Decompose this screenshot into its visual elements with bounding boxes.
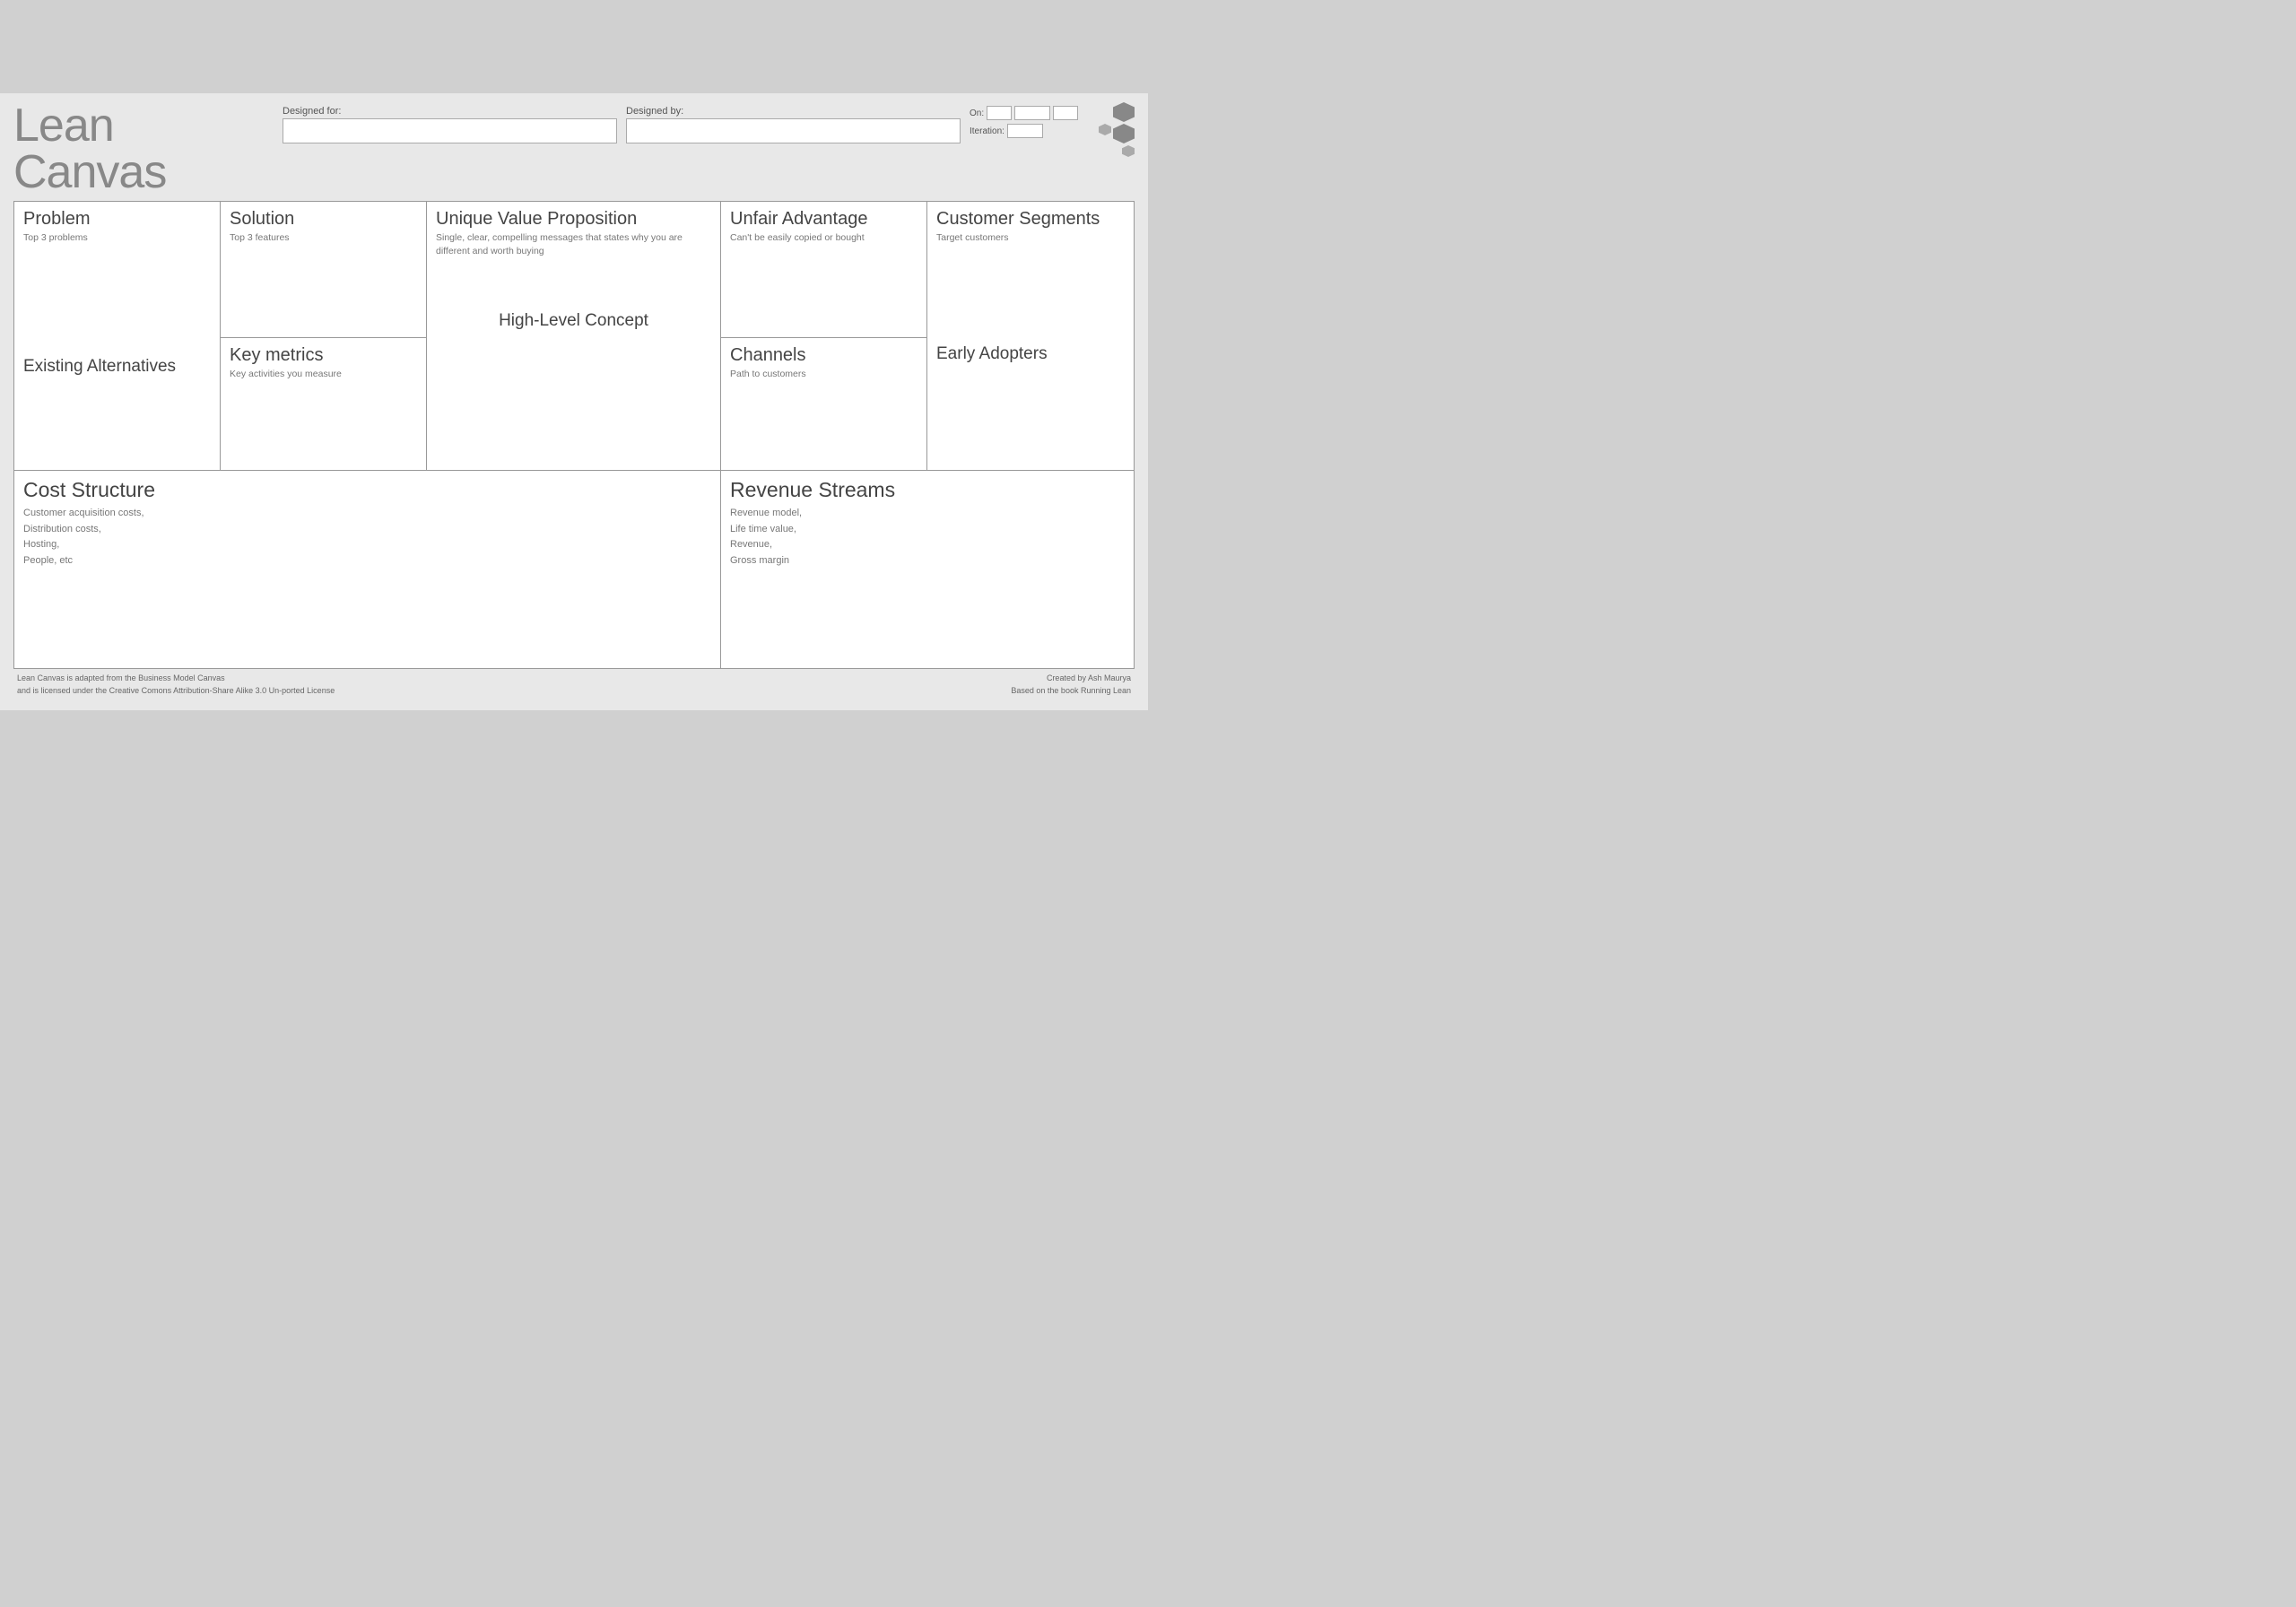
problem-title: Problem (23, 209, 211, 230)
footer-left: Lean Canvas is adapted from the Business… (17, 673, 335, 697)
problem-cell: Problem Top 3 problems Existing Alternat… (14, 202, 221, 471)
problem-subtitle: Top 3 problems (23, 231, 211, 245)
page-container: Lean Canvas Designed for: Designed by: O… (0, 93, 1148, 710)
channels-title: Channels (730, 345, 918, 366)
uvp-subtitle: Single, clear, compelling messages that … (436, 231, 711, 257)
footer: Lean Canvas is adapted from the Business… (13, 673, 1135, 697)
iteration-row: Iteration: (970, 124, 1086, 138)
unfair-advantage-subtitle: Can't be easily copied or bought (730, 231, 918, 245)
designed-by-label: Designed by: (626, 106, 961, 117)
cost-structure-title: Cost Structure (23, 478, 711, 502)
key-metrics-title: Key metrics (230, 345, 417, 366)
designed-for-label: Designed for: (283, 106, 617, 117)
hex-dark-1 (1113, 102, 1135, 122)
solution-subtitle: Top 3 features (230, 231, 417, 245)
iteration-input[interactable] (1007, 124, 1043, 138)
footer-right: Created by Ash MauryaBased on the book R… (1011, 673, 1131, 697)
meta-area: On: Iteration: (970, 106, 1086, 138)
revenue-streams-cell: Revenue Streams Revenue model,Life time … (721, 471, 1134, 668)
key-metrics-subtitle: Key activities you measure (230, 368, 417, 381)
channels-cell: Channels Path to customers (721, 338, 927, 471)
hex-dark-2 (1113, 124, 1135, 143)
solution-cell: Solution Top 3 features (221, 202, 427, 338)
designed-for-input[interactable] (283, 118, 617, 143)
high-level-concept-text: High-Level Concept (499, 311, 648, 331)
hex-light-1 (1099, 124, 1111, 135)
month-input[interactable] (1014, 106, 1050, 120)
hex-light-2 (1122, 145, 1135, 157)
on-label: On: (970, 109, 984, 118)
year-input[interactable] (1053, 106, 1078, 120)
title-area: Lean Canvas (13, 102, 274, 195)
existing-alternatives-text: Existing Alternatives (23, 357, 176, 377)
key-metrics-cell: Key metrics Key activities you measure (221, 338, 427, 471)
hexagons-decoration (1099, 102, 1135, 157)
header: Lean Canvas Designed for: Designed by: O… (13, 102, 1135, 195)
cost-structure-cell: Cost Structure Customer acquisition cost… (14, 471, 721, 668)
footer-left-text: Lean Canvas is adapted from the Business… (17, 673, 335, 695)
designed-by-input[interactable] (626, 118, 961, 143)
revenue-streams-title: Revenue Streams (730, 478, 1125, 502)
revenue-streams-subtitle: Revenue model,Life time value,Revenue,Gr… (730, 506, 1125, 569)
page-title: Lean Canvas (13, 100, 166, 198)
unfair-advantage-cell: Unfair Advantage Can't be easily copied … (721, 202, 927, 338)
unfair-advantage-title: Unfair Advantage (730, 209, 918, 230)
designed-by-area: Designed by: (626, 106, 961, 143)
canvas-grid: Problem Top 3 problems Existing Alternat… (13, 201, 1135, 669)
solution-title: Solution (230, 209, 417, 230)
designed-for-area: Designed for: (283, 106, 617, 143)
channels-subtitle: Path to customers (730, 368, 918, 381)
customer-segments-cell: Customer Segments Target customers Early… (927, 202, 1134, 471)
footer-right-text: Created by Ash MauryaBased on the book R… (1011, 673, 1131, 695)
early-adopters-text: Early Adopters (936, 344, 1048, 364)
customer-segments-subtitle: Target customers (936, 231, 1125, 245)
on-row: On: (970, 106, 1086, 120)
iteration-label: Iteration: (970, 126, 1004, 136)
uvp-title: Unique Value Proposition (436, 209, 711, 230)
cost-structure-subtitle: Customer acquisition costs,Distribution … (23, 506, 711, 569)
customer-segments-title: Customer Segments (936, 209, 1125, 230)
uvp-cell: Unique Value Proposition Single, clear, … (427, 202, 721, 471)
day-input[interactable] (987, 106, 1012, 120)
